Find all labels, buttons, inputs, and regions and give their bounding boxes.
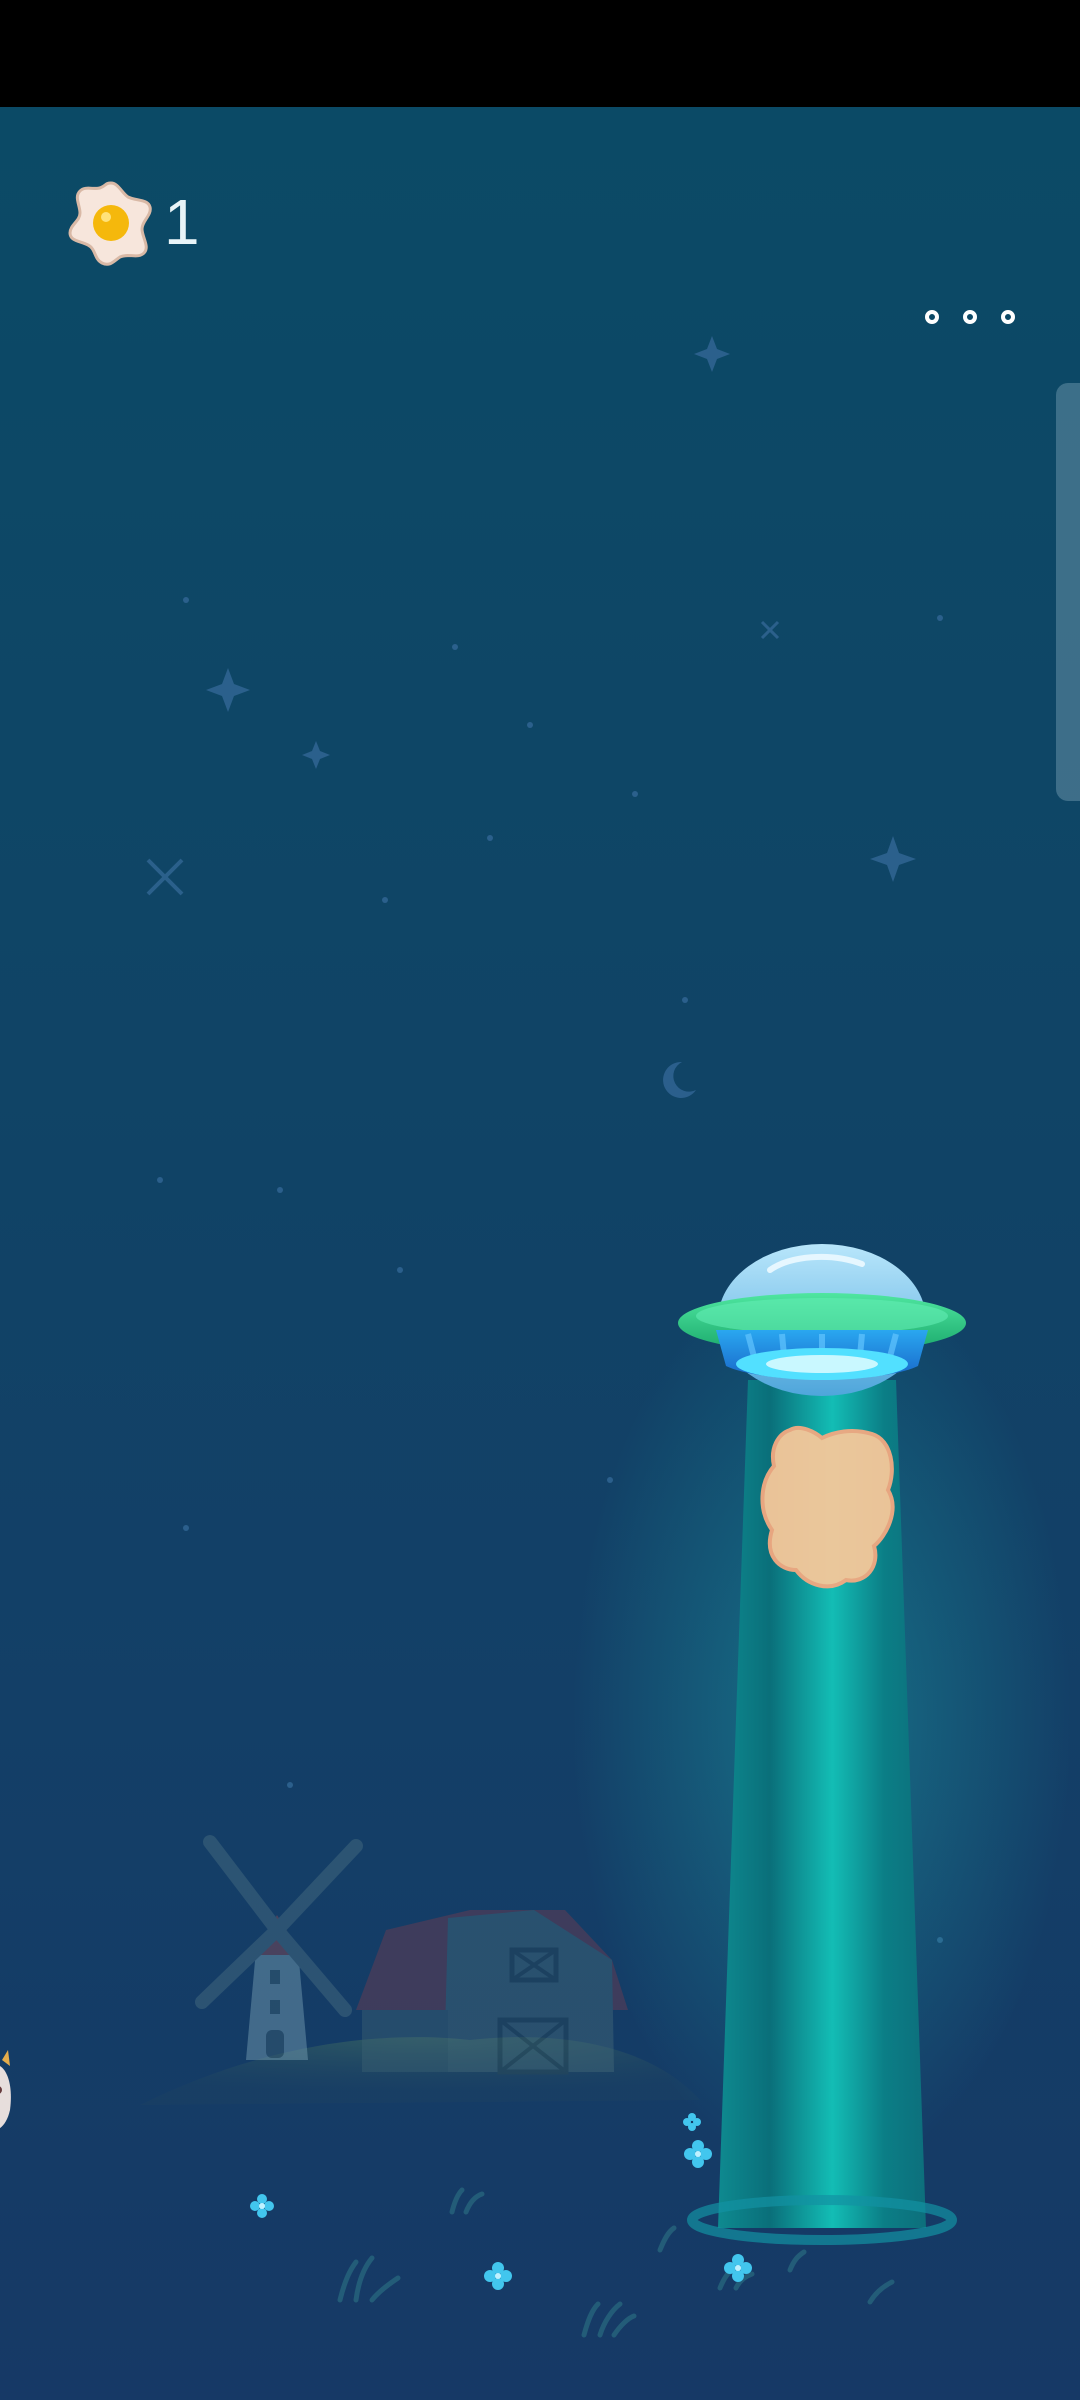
- more-dot-2: [963, 310, 977, 324]
- star-sparkle: [206, 668, 250, 712]
- windmill: [195, 1835, 363, 2060]
- star-cross: [146, 858, 184, 896]
- scene-artwork: [0, 336, 1072, 2338]
- barn: [356, 1910, 628, 2075]
- star-sparkle: [302, 741, 330, 769]
- side-panel-handle[interactable]: [1056, 383, 1080, 801]
- fried-egg-icon: [68, 181, 152, 266]
- flowers: [250, 2113, 752, 2290]
- cow: [0, 2050, 11, 2128]
- more-dot-3: [1001, 310, 1015, 324]
- abducted-creature: [760, 1425, 895, 1589]
- star-sparkle: [694, 336, 730, 372]
- egg-score: 1: [66, 177, 200, 267]
- game-scene[interactable]: 1: [0, 107, 1080, 2400]
- more-dots-icon: [925, 310, 939, 324]
- status-bar: [0, 0, 1080, 107]
- score-value: 1: [164, 186, 200, 258]
- more-options-button[interactable]: [925, 287, 1015, 347]
- star-cross: [760, 620, 780, 640]
- moon: [663, 1061, 696, 1098]
- star-sparkle: [870, 836, 916, 882]
